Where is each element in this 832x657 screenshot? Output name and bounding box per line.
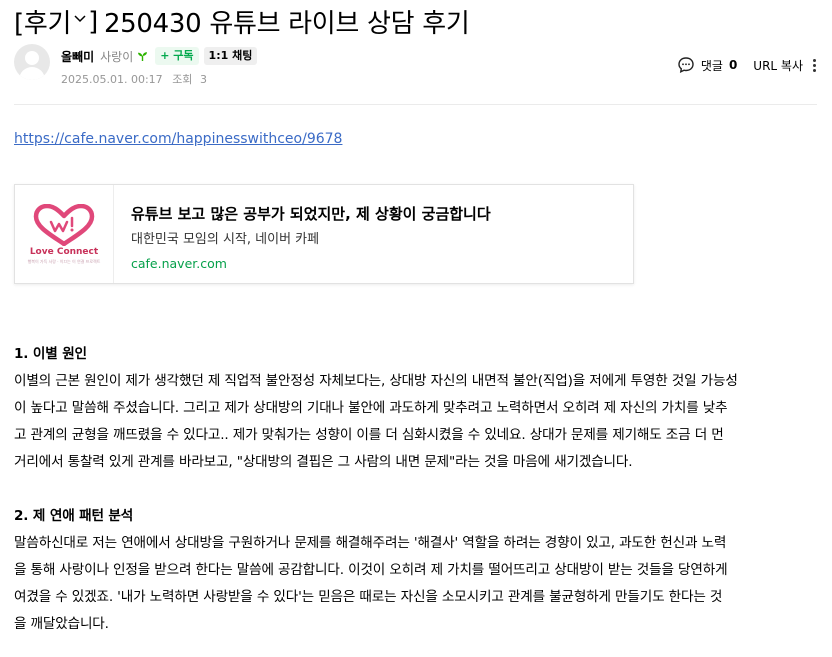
link-preview-title[interactable]: 유튜브 보고 많은 공부가 되었지만, 제 상황이 궁금합니다 — [131, 203, 491, 224]
article-body: 1. 이별 원인 이별의 근본 원인이 제가 생각했던 제 직업적 불안정성 자… — [14, 341, 820, 638]
post-datetime: 2025.05.01. 00:17 — [61, 73, 163, 86]
link-preview-thumbnail: Love Connect 행복이 가득 사랑 · 이끄는 이 연결 프로젝트 — [15, 185, 114, 283]
article-tools: 댓글 0 URL 복사 — [677, 56, 816, 74]
article-title: 250430 유튜브 라이브 상담 후기 — [103, 9, 470, 39]
love-connect-logo-icon — [33, 203, 95, 246]
logo-wordmark: Love Connect — [29, 246, 99, 257]
body-line: 여겼을 수 있겠죠. '내가 노력하면 사랑받을 수 있다'는 믿음은 때로는 … — [14, 589, 723, 605]
author-info: 올빼미 사랑이 + 구독 1:1 채팅 — [61, 47, 258, 65]
article-link[interactable]: https://cafe.naver.com/happinesswithceo/… — [14, 131, 342, 147]
category-label[interactable]: [후기 — [14, 3, 71, 40]
subscribe-button[interactable]: + 구독 — [155, 47, 199, 65]
section-title: 2. 제 연애 패턴 분석 — [14, 508, 134, 524]
category-link[interactable]: [후기 ] — [14, 3, 98, 40]
link-preview-info: 유튜브 보고 많은 공부가 되었지만, 제 상황이 궁금합니다 대한민국 모임의… — [114, 185, 491, 283]
views-label: 조회 — [172, 73, 193, 86]
chevron-down-icon[interactable] — [74, 12, 86, 27]
link-preview-description: 대한민국 모임의 시작, 네이버 카페 — [131, 232, 320, 247]
article-title-row: [후기 ] 250430 유튜브 라이브 상담 후기 — [14, 3, 470, 40]
section-title: 1. 이별 원인 — [14, 346, 87, 362]
body-line: 말씀하신대로 저는 연애에서 상대방을 구원하거나 문제를 해결해주려는 '해결… — [14, 535, 727, 551]
link-preview-domain: cafe.naver.com — [131, 256, 227, 271]
logo-tagline: 행복이 가득 사랑 · 이끄는 이 연결 프로젝트 — [27, 258, 101, 264]
avatar[interactable] — [14, 44, 50, 80]
more-options-icon[interactable] — [813, 58, 816, 72]
header-divider — [14, 104, 817, 105]
comment-button[interactable]: 댓글 0 — [677, 56, 737, 74]
body-line: 을 깨달았습니다. — [14, 616, 109, 632]
chat-button[interactable]: 1:1 채팅 — [203, 47, 258, 65]
body-line: 을 통해 사랑이나 인정을 받으려 한다는 말씀에 공감합니다. 이것이 오히려… — [14, 562, 728, 578]
category-close-bracket: ] — [88, 6, 98, 37]
avatar-body-shape — [19, 67, 45, 80]
comment-label[interactable]: 댓글 — [701, 57, 723, 74]
views-count: 3 — [199, 73, 207, 86]
link-preview-card[interactable]: Love Connect 행복이 가득 사랑 · 이끄는 이 연결 프로젝트 유… — [14, 184, 634, 284]
body-line: 거리에서 통찰력 있게 관계를 바라보고, "상대방의 결핍은 그 사람의 내면… — [14, 454, 633, 470]
member-level: 사랑이 — [100, 49, 134, 64]
cafe-article-page: [후기 ] 250430 유튜브 라이브 상담 후기 올빼미 사랑이 + 구독 … — [0, 0, 832, 657]
avatar-head-shape — [25, 51, 39, 65]
body-line: 고 관계의 균형을 깨뜨렸을 수 있다고.. 제가 맞춰가는 성향이 이를 더 … — [14, 427, 724, 443]
comment-count[interactable]: 0 — [729, 58, 737, 72]
author-nickname[interactable]: 올빼미 — [61, 48, 94, 65]
body-line: 이 높다고 말씀해 주셨습니다. 그리고 제가 상대방의 기대나 불안에 과도하… — [14, 400, 728, 416]
url-copy-button[interactable]: URL 복사 — [753, 57, 803, 74]
comment-icon — [678, 57, 694, 74]
article-meta: 2025.05.01. 00:17 조회 3 — [61, 71, 207, 87]
sprout-icon — [137, 51, 148, 62]
body-line: 이별의 근본 원인이 제가 생각했던 제 직업적 불안정성 자체보다는, 상대방… — [14, 373, 738, 389]
